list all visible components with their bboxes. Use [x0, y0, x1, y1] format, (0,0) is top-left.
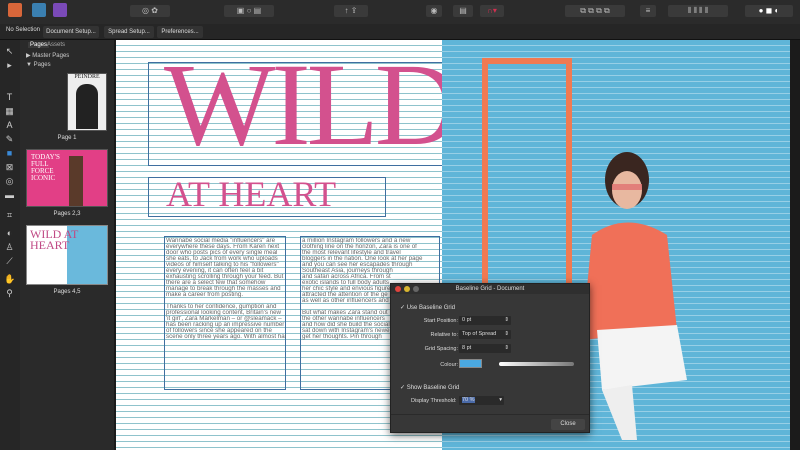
- publisher-persona-icon[interactable]: [8, 3, 22, 17]
- align-button[interactable]: ≡: [640, 5, 656, 17]
- start-position-field[interactable]: 0 pt ⇕: [459, 316, 511, 325]
- arrange-buttons[interactable]: ⧉ ⧉ ⧉ ⧉: [565, 5, 625, 17]
- relative-to-label: Relative to:: [430, 332, 458, 338]
- view-mode-buttons[interactable]: ◎ ✿: [130, 5, 170, 17]
- threshold-value: 70 %: [462, 397, 475, 403]
- page-thumbnail-1[interactable]: PEINDRE: [67, 73, 107, 131]
- designer-persona-icon[interactable]: [32, 3, 46, 17]
- move-tool-icon[interactable]: ↖: [4, 46, 15, 57]
- node-tool-icon[interactable]: ▸: [4, 60, 15, 71]
- dialog-titlebar: Baseline Grid - Document: [391, 284, 589, 294]
- close-window-icon[interactable]: [395, 286, 401, 292]
- page-label: Pages 4,5: [53, 289, 81, 295]
- master-pages-label: Master Pages: [32, 53, 70, 59]
- colour-swatch[interactable]: [459, 359, 482, 368]
- grid-icon[interactable]: ▤: [453, 5, 473, 17]
- crop-tool-icon[interactable]: ⌗: [4, 210, 15, 221]
- page-label: Page 1: [57, 135, 77, 141]
- dialog-title: Baseline Grid - Document: [455, 286, 525, 292]
- selection-status: No Selection: [6, 27, 41, 33]
- context-toolbar: No Selection Document Setup... Spread Se…: [0, 24, 800, 40]
- show-baseline-label: Show Baseline Grid: [406, 385, 460, 391]
- spread-setup-button[interactable]: Spread Setup...: [104, 26, 154, 38]
- tools-panel: ↖ ▸ T ▦ A ✎ ■ ⊠ ◎ ▬ ⌗ ◐ ♙ ⟋ ✋ ⚲: [0, 40, 20, 450]
- document-setup-button[interactable]: Document Setup...: [43, 26, 99, 38]
- fill-tool-icon[interactable]: ◐: [4, 228, 15, 239]
- photo-persona-icon[interactable]: [53, 3, 67, 17]
- use-baseline-label: Use Baseline Grid: [406, 305, 456, 311]
- pages-label: Pages: [33, 62, 51, 68]
- tab-assets[interactable]: Assets: [47, 42, 65, 48]
- display-threshold-select[interactable]: 70 % ▾: [459, 396, 504, 405]
- text-frame-tool-icon[interactable]: T: [4, 92, 15, 103]
- grid-spacing-value: 8 pt: [462, 345, 472, 351]
- display-threshold-label: Display Threshold:: [411, 398, 457, 404]
- pages-panel: Pages Assets ▶ Master Pages ▼ Pages PEIN…: [20, 40, 114, 450]
- grid-spacing-field[interactable]: 8 pt ⇕: [459, 344, 511, 353]
- headline: WILD: [164, 40, 460, 170]
- start-position-label: Start Position:: [423, 318, 458, 324]
- subheadline: AT HEART: [166, 174, 337, 214]
- thumb-title: WILD AT HEART: [30, 227, 79, 252]
- show-baseline-grid-checkbox[interactable]: ✓ Show Baseline Grid: [400, 384, 459, 391]
- baseline-grid-dialog: Baseline Grid - Document ✓ Use Baseline …: [390, 283, 590, 433]
- rectangle-tool-icon[interactable]: ■: [4, 148, 15, 159]
- color-picker-tool-icon[interactable]: ⟋: [4, 256, 15, 267]
- ellipse-frame-tool-icon[interactable]: ◎: [4, 176, 15, 187]
- preview-icon[interactable]: ◉: [426, 5, 442, 17]
- body-column-1: Wannabe social media "influencers" are ev…: [166, 238, 286, 340]
- relative-to-select[interactable]: Top of Spread ⇕: [459, 330, 511, 339]
- hand-tool-icon[interactable]: ✋: [4, 274, 15, 285]
- boolean-buttons[interactable]: ● ◼ ◐: [745, 5, 793, 17]
- zoom-tool-icon[interactable]: ⚲: [4, 288, 15, 299]
- distribute-buttons[interactable]: ⫴ ⫴ ⫴ ⫴: [668, 5, 728, 17]
- transparency-tool-icon[interactable]: ♙: [4, 242, 15, 253]
- page-thumbnail-2-3[interactable]: TODAY'S FULL FORCE ICONIC: [26, 149, 108, 207]
- snap-magnet-icon[interactable]: ∩▾: [480, 5, 504, 17]
- master-pages-section[interactable]: ▶ Master Pages: [26, 52, 69, 59]
- close-button[interactable]: Close: [551, 419, 585, 430]
- opacity-slider[interactable]: [499, 362, 574, 366]
- minimize-window-icon[interactable]: [404, 286, 410, 292]
- preferences-button[interactable]: Preferences...: [157, 26, 203, 38]
- mode-buttons[interactable]: ▣ ○ ▤: [224, 5, 274, 17]
- snapping-buttons[interactable]: ↑ ⇪: [334, 5, 368, 17]
- start-position-value: 0 pt: [462, 317, 472, 323]
- page-thumbnail-4-5[interactable]: WILD AT HEART: [26, 225, 108, 285]
- thumb-title: PEINDRE: [74, 74, 100, 80]
- artistic-text-tool-icon[interactable]: A: [4, 120, 15, 131]
- use-baseline-grid-checkbox[interactable]: ✓ Use Baseline Grid: [400, 304, 455, 311]
- thumb-title: TODAY'S FULL FORCE ICONIC: [31, 153, 60, 182]
- place-image-tool-icon[interactable]: ▬: [4, 190, 15, 201]
- picture-frame-tool-icon[interactable]: ⊠: [4, 162, 15, 173]
- relative-to-value: Top of Spread: [462, 331, 497, 337]
- zoom-window-icon[interactable]: [413, 286, 419, 292]
- pen-tool-icon[interactable]: ✎: [4, 134, 15, 145]
- main-toolbar: ◎ ✿ ▣ ○ ▤ ↑ ⇪ ◉ ▤ ∩▾ ⧉ ⧉ ⧉ ⧉ ≡ ⫴ ⫴ ⫴ ⫴ ●…: [0, 0, 800, 24]
- page-label: Pages 2,3: [53, 211, 81, 217]
- grid-spacing-label: Grid Spacing:: [424, 346, 458, 352]
- table-tool-icon[interactable]: ▦: [4, 106, 15, 117]
- body-line: scene only three years ago. With almost …: [166, 334, 286, 340]
- colour-label: Colour:: [440, 362, 458, 368]
- pages-section[interactable]: ▼ Pages: [26, 62, 51, 68]
- tab-pages[interactable]: Pages: [28, 42, 50, 48]
